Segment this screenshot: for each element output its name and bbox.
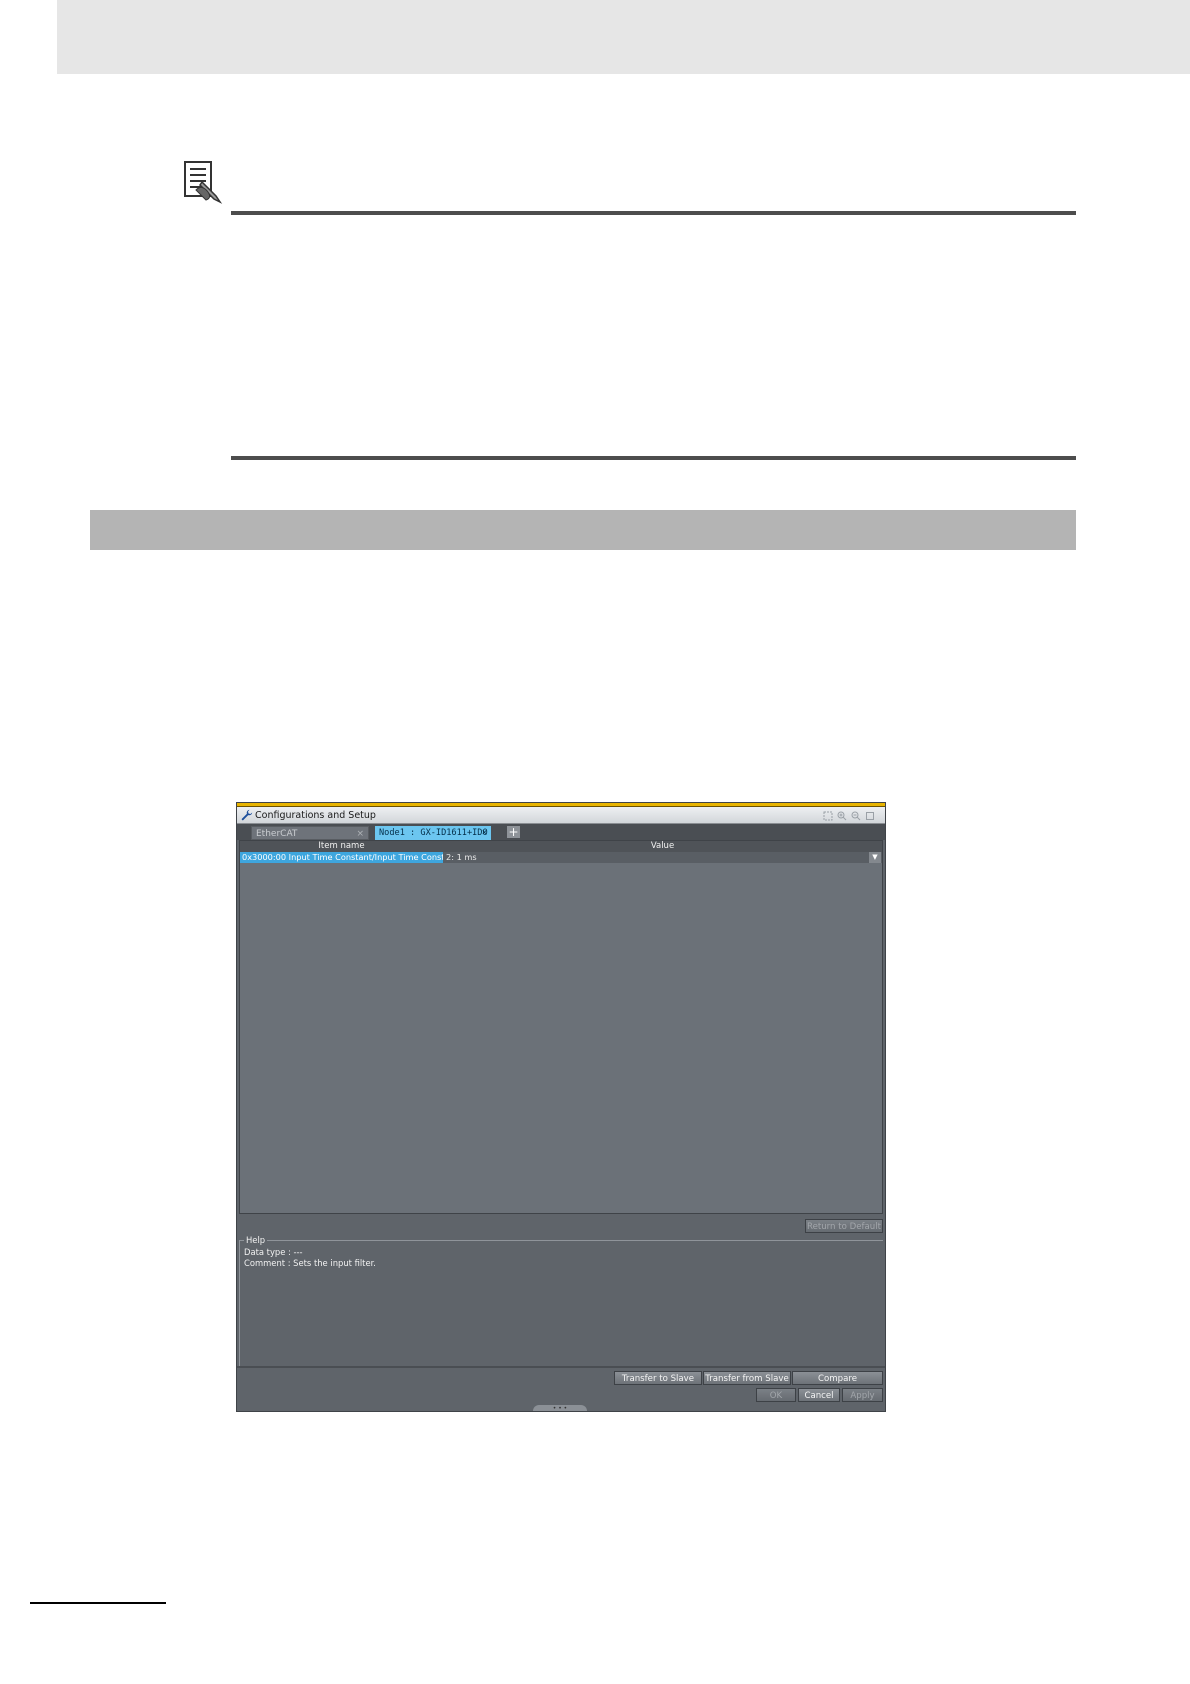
wrench-icon xyxy=(241,809,253,821)
help-comment: Comment : Sets the input filter. xyxy=(244,1258,376,1268)
resize-grip-handle[interactable]: • • • xyxy=(533,1405,587,1411)
configurations-and-setup-screenshot: Configurations and Setup EtherCAT × Node… xyxy=(236,802,886,1412)
zoom-in-icon[interactable] xyxy=(837,810,847,821)
transfer-from-slave-button[interactable]: Transfer from Slave xyxy=(703,1371,791,1385)
additional-information-icon xyxy=(184,161,223,204)
column-header-value[interactable]: Value xyxy=(443,841,882,852)
return-to-default-button[interactable]: Return to Default xyxy=(805,1219,883,1233)
fit-view-icon[interactable] xyxy=(823,810,833,821)
tab-node1[interactable]: Node1 : GX-ID1611+IDO × xyxy=(375,826,491,840)
maximize-icon[interactable] xyxy=(865,810,875,820)
section-heading-bar xyxy=(90,510,1076,550)
ok-button[interactable]: OK xyxy=(756,1388,796,1402)
parameter-grid: Item name Value 0x3000:00 Input Time Con… xyxy=(239,840,883,1214)
tab-label: Node1 : GX-ID1611+IDO xyxy=(379,828,488,838)
window-title-bar: Configurations and Setup xyxy=(237,807,885,824)
compare-button[interactable]: Compare xyxy=(792,1371,883,1385)
add-tab-icon[interactable]: + xyxy=(507,826,520,838)
window-title: Configurations and Setup xyxy=(255,810,376,821)
note-top-rule xyxy=(231,211,1076,215)
tab-close-icon[interactable]: × xyxy=(482,826,487,840)
help-legend: Help xyxy=(244,1234,268,1246)
table-row[interactable]: 0x3000:00 Input Time Constant/Input Time… xyxy=(240,852,882,863)
tab-label: EtherCAT xyxy=(256,829,298,839)
editor-tab-bar: EtherCAT × Node1 : GX-ID1611+IDO × + xyxy=(237,824,885,840)
help-panel: Help Data type : --- Comment : Sets the … xyxy=(239,1234,883,1367)
footer-rule xyxy=(30,1602,166,1604)
page-header-band xyxy=(57,0,1190,74)
transfer-to-slave-button[interactable]: Transfer to Slave xyxy=(614,1371,702,1385)
tab-ethercat[interactable]: EtherCAT × xyxy=(251,826,369,840)
value-select[interactable]: 2: 1 ms ▼ xyxy=(443,852,882,863)
column-header-item-name[interactable]: Item name xyxy=(240,841,443,852)
zoom-out-icon[interactable] xyxy=(851,810,861,821)
value-text: 2: 1 ms xyxy=(446,852,477,862)
item-name-cell[interactable]: 0x3000:00 Input Time Constant/Input Time… xyxy=(240,852,443,863)
view-controls xyxy=(823,810,875,821)
bottom-separator xyxy=(237,1366,885,1368)
cancel-button[interactable]: Cancel xyxy=(798,1388,840,1402)
help-data-type: Data type : --- xyxy=(244,1247,303,1257)
grid-header: Item name Value xyxy=(240,841,882,852)
note-bottom-rule xyxy=(231,456,1076,460)
tab-close-icon[interactable]: × xyxy=(356,827,364,841)
apply-button[interactable]: Apply xyxy=(842,1388,883,1402)
chevron-down-icon[interactable]: ▼ xyxy=(869,852,881,863)
